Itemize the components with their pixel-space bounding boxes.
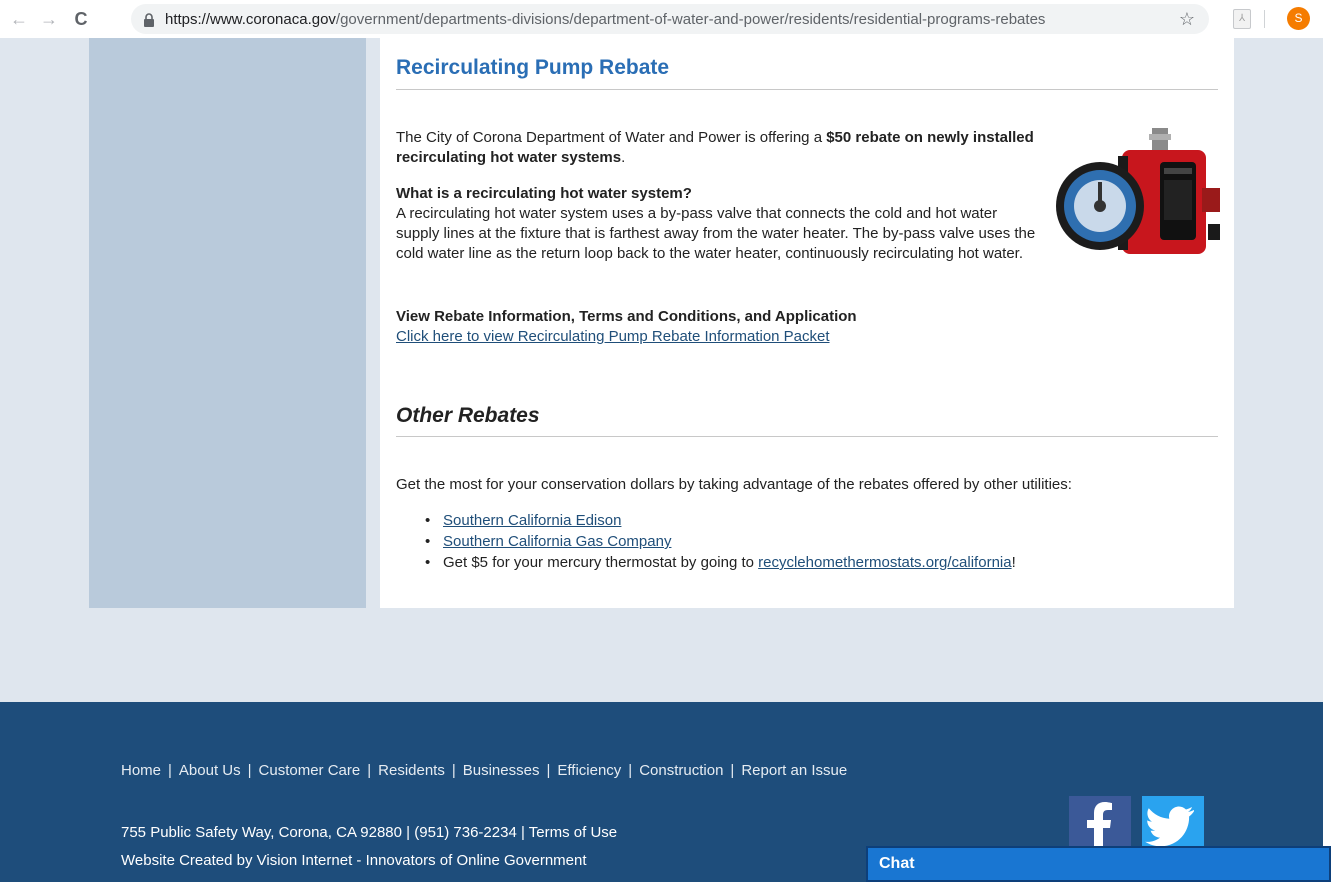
thermostat-suffix: ! [1011,554,1016,571]
facebook-icon[interactable] [1069,796,1131,852]
lock-icon [143,13,155,27]
question-answer: A recirculating hot water system uses a … [396,205,1036,262]
footer-separator: | [628,762,633,779]
heading-divider [396,89,1218,90]
list-item: Southern California Gas Company [425,532,1016,553]
info-packet-link[interactable]: Click here to view Recirculating Pump Re… [396,327,830,347]
back-arrow-icon[interactable]: ← [6,6,32,32]
twitter-icon[interactable] [1142,796,1204,852]
reload-icon[interactable]: C [68,6,94,32]
page-right-edge [1323,38,1331,882]
footer-separator: | [451,762,456,779]
forward-arrow-icon[interactable]: → [36,6,62,32]
chat-widget[interactable]: Chat [866,846,1331,882]
other-rebates-heading: Other Rebates [396,404,540,427]
list-item: Get $5 for your mercury thermostat by go… [425,553,1016,574]
footer-separator: | [367,762,372,779]
intro-suffix: . [621,149,626,166]
url-host: https://www.coronaca.gov [165,10,336,28]
footer-link-customer-care[interactable]: Customer Care [259,762,361,779]
pump-rebate-intro: The City of Corona Department of Water a… [396,128,1036,168]
footer-credit: Website Created by Vision Internet - Inn… [121,852,587,869]
address-bar[interactable]: https://www.coronaca.gov/government/depa… [131,4,1209,34]
other-rebates-intro: Get the most for your conservation dolla… [396,476,1072,493]
footer-link-efficiency[interactable]: Efficiency [557,762,621,779]
footer-link-report-issue[interactable]: Report an Issue [741,762,847,779]
main-content: Recirculating Pump Rebate The City of Co… [380,38,1234,608]
socalgas-link[interactable]: Southern California Gas Company [443,533,671,550]
footer-link-home[interactable]: Home [121,762,161,779]
profile-avatar[interactable]: S [1287,7,1310,30]
left-sidebar [89,38,366,608]
url-text: https://www.coronaca.gov/government/depa… [165,11,1045,28]
footer-link-construction[interactable]: Construction [639,762,723,779]
pump-rebate-heading: Recirculating Pump Rebate [396,56,670,79]
footer-link-about[interactable]: About Us [179,762,241,779]
intro-prefix: The City of Corona Department of Water a… [396,129,827,146]
footer-separator: | [247,762,252,779]
footer-nav: Home | About Us | Customer Care | Residents | Bu… [121,762,847,779]
toolbar-divider [1264,10,1265,28]
other-rebates-list: Southern California Edison Southern Cali… [425,511,1016,574]
footer-separator: | [546,762,551,779]
footer-link-businesses[interactable]: Businesses [463,762,540,779]
sce-link[interactable]: Southern California Edison [443,512,621,529]
other-rebates-divider [396,436,1218,437]
footer-separator: | [168,762,172,779]
terms-heading: View Rebate Information, Terms and Condi… [396,308,857,325]
pdf-extension-icon[interactable]: ⅄ [1233,9,1251,29]
bookmark-star-icon[interactable]: ☆ [1179,9,1195,30]
thermostat-link[interactable]: recyclehomethermostats.org/california [758,554,1011,571]
thermostat-prefix: Get $5 for your mercury thermostat by go… [443,554,759,571]
recirculating-pump-image [1052,128,1222,273]
browser-toolbar: ← → C https://www.coronaca.gov/governmen… [0,0,1331,38]
list-item: Southern California Edison [425,511,1016,532]
footer-separator: | [730,762,735,779]
footer-link-residents[interactable]: Residents [378,762,445,779]
url-path: /government/departments-divisions/depart… [335,10,1046,28]
footer-address: 755 Public Safety Way, Corona, CA 92880 … [121,824,618,841]
